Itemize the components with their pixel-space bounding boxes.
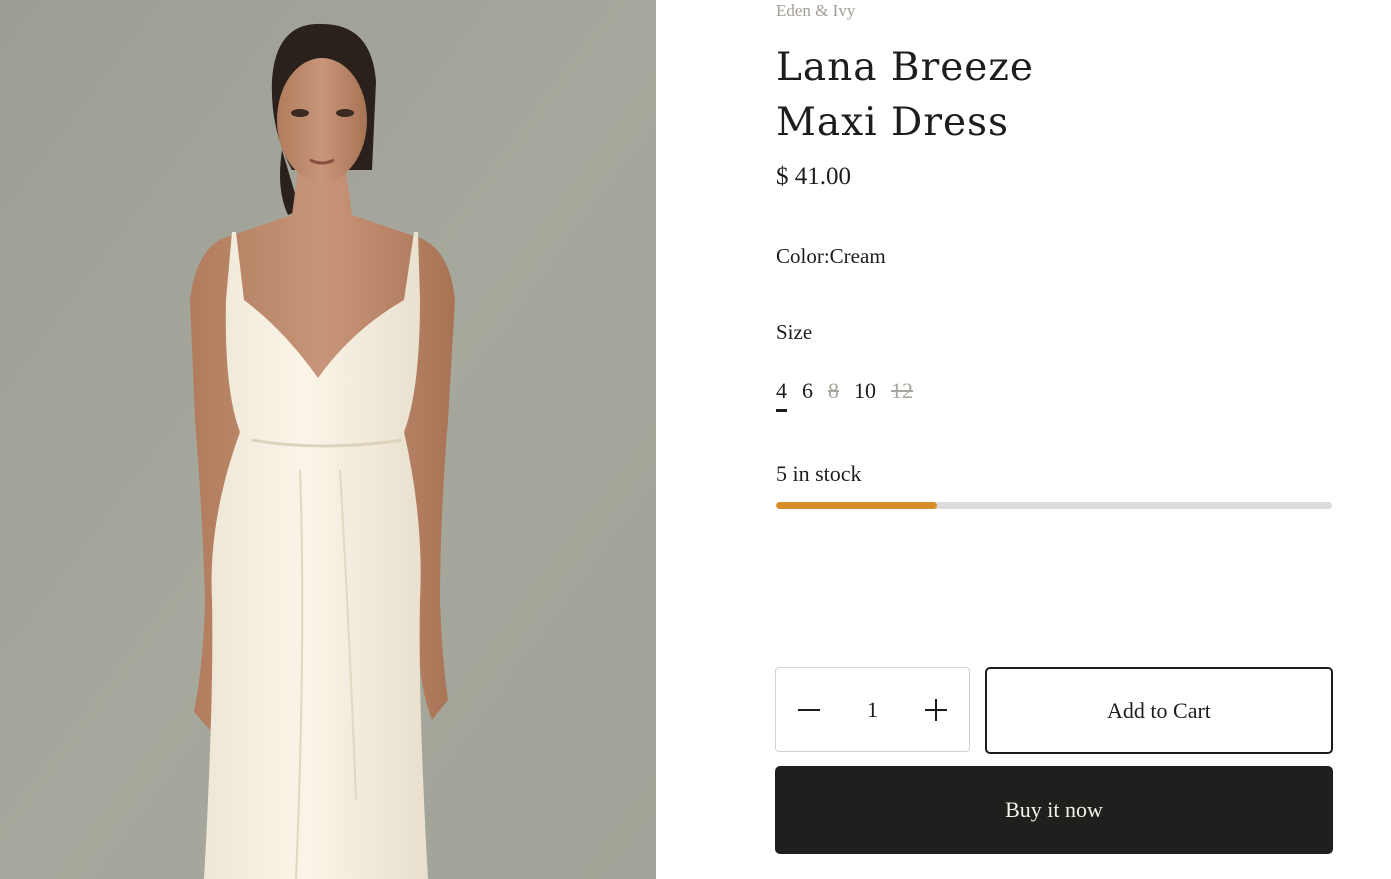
- add-to-cart-button[interactable]: Add to Cart: [985, 667, 1333, 754]
- size-option-4[interactable]: 4: [776, 378, 787, 412]
- quantity-input[interactable]: 1: [853, 697, 893, 723]
- product-page: Eden & Ivy Lana Breeze Maxi Dress $ 41.0…: [0, 0, 1391, 879]
- model-illustration: [0, 0, 656, 879]
- buy-now-button[interactable]: Buy it now: [775, 766, 1333, 854]
- minus-icon: [798, 708, 820, 711]
- stock-progress-bar: [776, 502, 1332, 509]
- color-value: Cream: [829, 244, 886, 268]
- product-title: Lana Breeze Maxi Dress: [776, 40, 1034, 150]
- product-info: Eden & Ivy Lana Breeze Maxi Dress $ 41.0…: [775, 0, 1333, 879]
- decrease-quantity-button[interactable]: [776, 668, 842, 751]
- size-option-10[interactable]: 10: [854, 378, 876, 412]
- size-option-6[interactable]: 6: [802, 378, 813, 412]
- product-title-line-1: Lana Breeze: [776, 45, 1035, 90]
- vendor-name[interactable]: Eden & Ivy: [776, 1, 855, 21]
- size-option-8[interactable]: 8: [828, 378, 839, 412]
- product-image[interactable]: [0, 0, 656, 879]
- color-selection: Color:Cream: [776, 244, 886, 269]
- plus-icon: [925, 698, 947, 721]
- stock-status: 5 in stock: [776, 461, 862, 486]
- size-label: Size: [776, 320, 813, 344]
- color-label: Color:: [776, 244, 830, 268]
- increase-quantity-button[interactable]: [903, 668, 969, 751]
- stock-progress-fill: [776, 502, 938, 509]
- size-option-12[interactable]: 12: [891, 378, 913, 412]
- size-options: 4 6 8 10 12: [776, 378, 913, 412]
- product-title-line-2: Maxi Dress: [776, 100, 1010, 145]
- product-price: $ 41.00: [776, 163, 851, 190]
- quantity-stepper: 1: [775, 667, 970, 752]
